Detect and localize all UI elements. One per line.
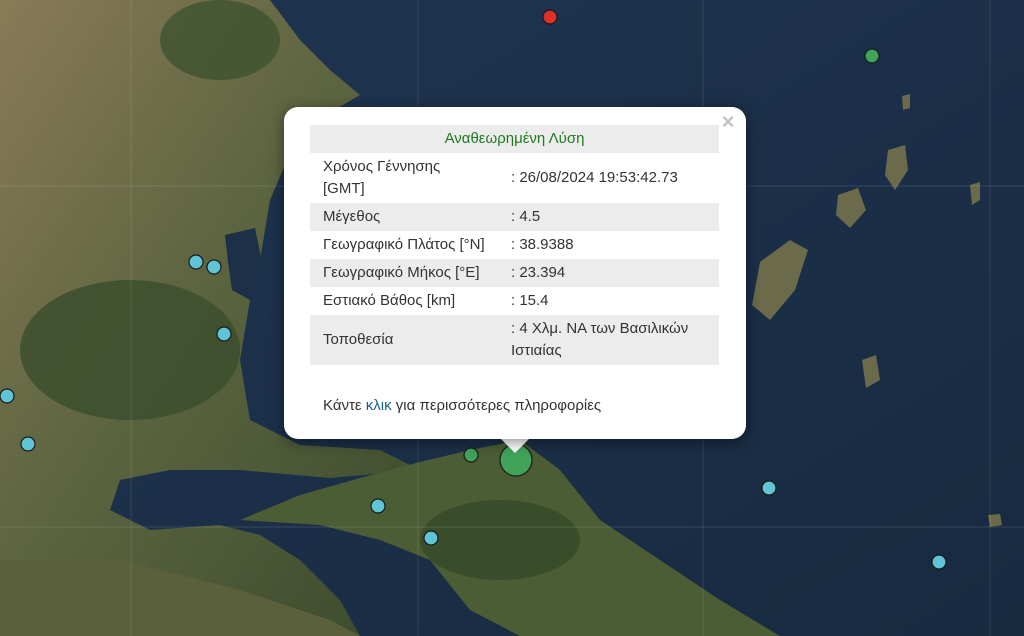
latitude-label: Γεωγραφικό Πλάτος [°N]	[323, 236, 485, 253]
more-info-suffix: για περισσότερες πληροφορίες	[395, 397, 602, 414]
row-depth: Εστιακό Βάθος [km] : 15.4	[310, 287, 719, 315]
depth-label: Εστιακό Βάθος [km]	[323, 292, 456, 309]
earthquake-marker[interactable]	[463, 447, 479, 463]
island-small-3	[902, 94, 910, 110]
more-info-prefix: Κάντε	[323, 397, 362, 414]
earthquake-marker[interactable]	[370, 498, 386, 514]
longitude-label: Γεωγραφικό Μήκος [°E]	[310, 259, 498, 287]
earthquake-marker[interactable]	[206, 259, 222, 275]
origin-time-value: : 26/08/2024 19:53:42.73	[511, 169, 678, 186]
forest-patch	[420, 500, 580, 580]
earthquake-marker[interactable]	[931, 554, 947, 570]
row-longitude: Γεωγραφικό Μήκος [°E] : 23.394	[310, 259, 719, 287]
depth-value: : 15.4	[511, 292, 549, 309]
earthquake-popup: × Αναθεωρημένη Λύση Χρόνος Γέννησης [GMT…	[284, 107, 746, 439]
popup-title-row: Αναθεωρημένη Λύση	[310, 125, 719, 153]
origin-time-label: Χρόνος Γέννησης [GMT]	[323, 158, 441, 197]
earthquake-marker[interactable]	[0, 388, 15, 404]
location-label: Τοποθεσία	[310, 315, 498, 365]
row-origin-time: Χρόνος Γέννησης [GMT] : 26/08/2024 19:53…	[310, 153, 719, 203]
earthquake-marker[interactable]	[216, 326, 232, 342]
row-magnitude: Μέγεθος : 4.5	[310, 203, 719, 231]
more-info-link[interactable]: κλικ	[366, 397, 392, 414]
forest-patch	[160, 0, 280, 80]
more-info-line: Κάντε κλικ για περισσότερες πληροφορίες	[323, 397, 601, 414]
earthquake-marker[interactable]	[864, 48, 880, 64]
popup-title: Αναθεωρημένη Λύση	[310, 125, 719, 153]
forest-patch	[20, 280, 240, 420]
row-location: Τοποθεσία : 4 Χλμ. ΝΑ των Βασιλικών Ιστι…	[310, 315, 719, 365]
longitude-value: : 23.394	[498, 259, 719, 287]
earthquake-marker[interactable]	[761, 480, 777, 496]
event-info-table: Αναθεωρημένη Λύση Χρόνος Γέννησης [GMT] …	[310, 125, 719, 365]
earthquake-marker[interactable]	[423, 530, 439, 546]
popup-pointer	[500, 438, 530, 453]
magnitude-label: Μέγεθος	[310, 203, 498, 231]
earthquake-marker[interactable]	[20, 436, 36, 452]
earthquake-marker[interactable]	[188, 254, 204, 270]
latitude-value: : 38.9388	[511, 236, 574, 253]
earthquake-marker[interactable]	[542, 9, 558, 25]
location-value: : 4 Χλμ. ΝΑ των Βασιλικών Ιστιαίας	[498, 315, 719, 365]
close-popup-button[interactable]: ×	[718, 111, 738, 133]
row-latitude: Γεωγραφικό Πλάτος [°N] : 38.9388	[310, 231, 719, 259]
magnitude-value: : 4.5	[498, 203, 719, 231]
